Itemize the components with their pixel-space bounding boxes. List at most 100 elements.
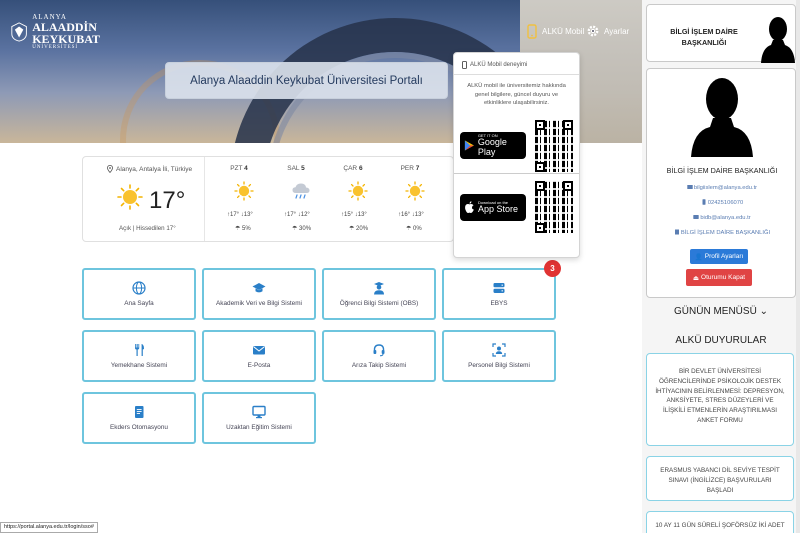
forecast-rain: ☂ 30% — [292, 226, 312, 232]
app-store-button[interactable]: Download on the App Store — [460, 193, 526, 221]
rain-chance: 20% — [356, 226, 369, 232]
qr-corner — [535, 161, 545, 172]
phone-text: 02425106070 — [707, 200, 744, 206]
announcement-item[interactable]: ERASMUS YABANCI DİL SEVİYE TESPİT SINAVI… — [646, 456, 794, 501]
apple-big-text: App Store — [478, 203, 519, 214]
forecast-high-low: ↑17° ↓12° — [284, 212, 310, 218]
mobile-app-link[interactable]: ALKÜ Mobil — [527, 22, 584, 40]
google-play-icon — [464, 140, 474, 151]
apple-icon — [465, 200, 474, 213]
google-play-button[interactable]: GET IT ON Google Play — [460, 132, 526, 160]
student-icon — [374, 282, 384, 295]
weather-today: Alanya, Antalya İli, Türkiye 17° Açık | … — [83, 157, 205, 241]
tile-ariza-takip[interactable]: Arıza Takip Sistemi — [322, 330, 436, 382]
server-icon — [493, 283, 505, 293]
phone-icon — [462, 61, 467, 69]
book-icon — [135, 406, 144, 418]
rain-chance: 0% — [413, 226, 422, 232]
day-number: 6 — [358, 165, 363, 172]
google-play-qr — [535, 119, 573, 172]
forecast-day: PZT 4 ↑17° ↓13° ☂ 5% — [225, 157, 281, 241]
forecast-day-name: ÇAR 6 — [339, 165, 367, 172]
tile-ana-sayfa[interactable]: Ana Sayfa — [82, 268, 196, 320]
weather-location: Alanya, Antalya İli, Türkiye — [107, 165, 192, 173]
tile-label: Öğrenci Bilgi Sistemi (OBS) — [339, 300, 419, 307]
forecast-day-name: PZT 4 — [225, 165, 253, 172]
rain-icon — [292, 183, 310, 199]
profile-phone: 02425106070 — [647, 199, 797, 206]
tile-label: EBYS — [490, 300, 508, 307]
tile-label: Akademik Veri ve Bilgi Sistemi — [216, 300, 302, 307]
day-abbr: ÇAR — [343, 165, 358, 172]
forecast-high-low: ↑15° ↓13° — [341, 212, 367, 218]
weather-condition: Açık | Hissedilen 17° — [119, 225, 176, 232]
tile-uzaktan-egitim[interactable]: Uzaktan Eğitim Sistemi — [202, 392, 316, 444]
seal-icon — [11, 22, 27, 42]
tile-akademik-veri[interactable]: Akademik Veri ve Bilgi Sistemi — [202, 268, 316, 320]
envelope-icon — [253, 346, 265, 355]
popup-description: ALKÜ mobil ile üniversitemiz hakkında ge… — [467, 83, 566, 107]
kep-text: bidb@alanya.edu.tr — [700, 215, 751, 221]
profile-kep[interactable]: bidb@alanya.edu.tr — [647, 214, 797, 221]
tile-label: Arıza Takip Sistemi — [351, 362, 407, 369]
tile-e-posta[interactable]: E-Posta — [202, 330, 316, 382]
qr-corner — [535, 119, 545, 130]
inbox-icon — [693, 215, 700, 219]
logout-label: Oturumu Kapat — [701, 274, 746, 281]
settings-link[interactable]: Ayarlar — [586, 22, 629, 40]
mobile-app-popup: ALKÜ Mobil deneyimi ALKÜ mobil ile ünive… — [453, 52, 580, 258]
tile-label: Personel Bilgi Sistemi — [468, 362, 530, 369]
logout-button[interactable]: ⏏ Oturumu Kapat — [686, 269, 752, 286]
profile-email[interactable]: bilgiislem@alanya.edu.tr — [647, 184, 797, 191]
rain-chance: 30% — [299, 226, 312, 232]
mobile-app-label: ALKÜ Mobil — [542, 26, 585, 36]
avatar — [691, 78, 753, 157]
forecast-high-low: ↑16° ↓13° — [398, 212, 424, 218]
day-number: 5 — [301, 165, 305, 172]
announcement-item[interactable]: 10 AY 11 GÜN SÜRELİ ŞOFÖRSÜZ İKİ ADET — [646, 511, 794, 533]
daily-menu-heading: GÜNÜN MENÜSÜ — [674, 306, 757, 317]
user-header-card[interactable]: BİLGİ İŞLEM DAİRE BAŞKANLIĞI — [646, 4, 796, 63]
phone-icon — [702, 199, 706, 205]
tile-yemekhane[interactable]: Yemekhane Sistemi — [82, 330, 196, 382]
sun-icon — [348, 181, 368, 201]
tile-label: Ana Sayfa — [124, 300, 154, 307]
qr-corner — [563, 181, 573, 192]
google-play-row: GET IT ON Google Play — [454, 118, 579, 175]
weather-location-text: Alanya, Antalya İli, Türkiye — [116, 165, 193, 173]
qr-corner — [563, 119, 573, 130]
profile-settings-button[interactable]: 👤 Profil Ayarları — [690, 249, 748, 264]
daily-menu-toggle[interactable]: GÜNÜN MENÜSÜ ⌄ — [642, 306, 800, 317]
qr-corner — [535, 223, 545, 234]
university-logo[interactable]: ALANYA ALAADDİN KEYKUBAT ÜNİVERSİTESİ — [10, 8, 100, 56]
tile-personel-bilgi[interactable]: Personel Bilgi Sistemi — [442, 330, 556, 382]
right-sidebar: BİLGİ İŞLEM DAİRE BAŞKANLIĞI BİLGİ İŞLEM… — [642, 0, 800, 533]
tile-label: Ekders Otomasyonu — [110, 424, 168, 431]
settings-label: Ayarlar — [604, 26, 630, 36]
monitor-icon — [252, 405, 266, 419]
announcement-item[interactable]: BİR DEVLET ÜNİVERSİTESİ ÖĞRENCİLERİNDE P… — [646, 353, 794, 446]
scrollbar[interactable] — [796, 0, 800, 533]
sun-icon — [234, 181, 254, 201]
forecast-rain: ☂ 5% — [235, 226, 251, 232]
unit-text: BİLGİ İŞLEM DAİRE BAŞKANLIĞI — [680, 230, 771, 236]
tile-ekders[interactable]: Ekders Otomasyonu — [82, 392, 196, 444]
forecast-rain: ☂ 20% — [349, 226, 369, 232]
personnel-icon — [492, 343, 506, 357]
forecast-day: ÇAR 6 ↑15° ↓13° ☂ 20% — [339, 157, 395, 241]
chevron-down-icon: ⌄ — [759, 306, 768, 317]
avatar — [761, 17, 795, 63]
user-header-name: BİLGİ İŞLEM DAİRE BAŞKANLIĞI — [670, 27, 738, 47]
day-abbr: PER — [400, 165, 414, 172]
forecast-day-name: SAL 5 — [282, 165, 310, 172]
logo-text: ALANYA ALAADDİN KEYKUBAT ÜNİVERSİTESİ — [32, 14, 100, 51]
tile-ebys[interactable]: EBYS — [442, 268, 556, 320]
tile-obs[interactable]: Öğrenci Bilgi Sistemi (OBS) — [322, 268, 436, 320]
weather-temperature: 17° — [149, 187, 186, 214]
globe-icon — [132, 281, 146, 295]
envelope-icon — [687, 185, 693, 189]
tile-label: Uzaktan Eğitim Sistemi — [226, 424, 292, 431]
weather-widget: Alanya, Antalya İli, Türkiye 17° Açık | … — [82, 156, 454, 242]
gear-icon — [587, 25, 599, 37]
profile-settings-label: Profil Ayarları — [704, 253, 744, 260]
